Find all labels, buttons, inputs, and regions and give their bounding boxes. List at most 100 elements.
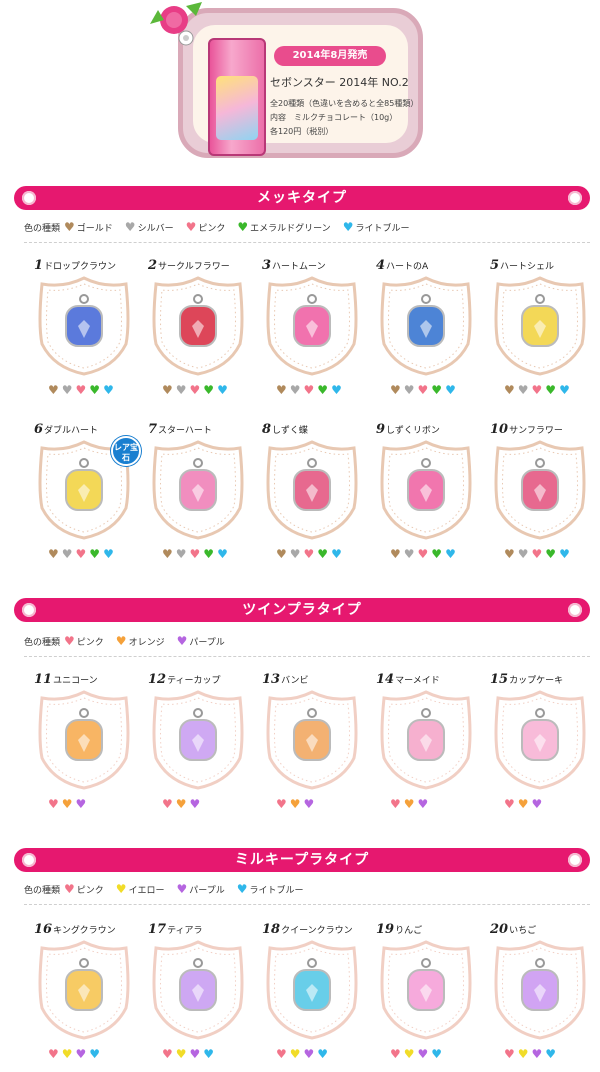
charm-item: 2サークルフラワー ♥ ♥ ♥ ♥ ♥ — [142, 258, 252, 408]
section-banner-mekki: メッキタイプ — [14, 186, 590, 210]
charm-name: 10サンフラワー — [490, 422, 563, 437]
color-variants: ♥ ♥ ♥ — [162, 798, 202, 810]
heart-icon: ♥ — [289, 383, 301, 397]
heart-icon: ♥ — [531, 383, 543, 397]
charm-image — [407, 458, 445, 511]
charm-item: 8しずく蝶 ♥ ♥ ♥ ♥ ♥ — [256, 422, 366, 572]
product-price: 各120円（税別） — [270, 127, 334, 136]
color-variants: ♥ ♥ ♥ — [48, 798, 88, 810]
heart-icon: ♥ — [403, 1047, 415, 1061]
heart-icon: ♥ — [289, 547, 301, 561]
heart-icon: ♥ — [504, 547, 515, 561]
heart-icon: ♥ — [89, 383, 101, 397]
color-variants: ♥ ♥ ♥ ♥ — [390, 1048, 444, 1060]
heart-icon: ♥ — [317, 547, 329, 561]
charm-image — [407, 958, 445, 1011]
release-badge: 2014年8月発売 — [274, 46, 386, 66]
charm-name: 17ティアラ — [148, 922, 203, 937]
heart-icon: ♥ — [217, 547, 228, 561]
charm-image — [65, 708, 103, 761]
heart-icon: ♥ — [189, 383, 201, 397]
heart-icon: ♥ — [431, 547, 443, 561]
charm-image — [179, 708, 217, 761]
color-variants: ♥ ♥ ♥ — [276, 798, 316, 810]
heart-icon: ♥ — [517, 547, 529, 561]
charm-name: 11ユニコーン — [34, 672, 98, 687]
heart-icon: ♥ — [317, 1047, 329, 1061]
heart-icon: ♥ — [103, 383, 114, 397]
color-variants: ♥ ♥ ♥ ♥ ♥ — [48, 548, 116, 560]
heart-icon: ♥ — [103, 547, 114, 561]
color-variants: ♥ ♥ ♥ — [504, 798, 544, 810]
heart-icon: ♥ — [417, 1047, 429, 1061]
charm-image — [293, 458, 331, 511]
charm-name: 2サークルフラワー — [148, 258, 230, 273]
charm-name: 13バンビ — [262, 672, 309, 687]
heart-icon: ♥ — [303, 547, 315, 561]
heart-icon: ♥ — [75, 383, 87, 397]
color-variants: ♥ ♥ ♥ — [390, 798, 430, 810]
heart-icon: ♥ — [289, 1047, 301, 1061]
heart-icon: ♥ — [237, 220, 249, 234]
charm-name: 15カップケーキ — [490, 672, 564, 687]
charm-item: 9しずくリボン ♥ ♥ ♥ ♥ ♥ — [370, 422, 480, 572]
heart-icon: ♥ — [64, 634, 75, 648]
charm-name: 3ハートムーン — [262, 258, 326, 273]
section-banner-twin: ツインプラタイプ — [14, 598, 590, 622]
charm-item: 11ユニコーン ♥ ♥ ♥ — [28, 672, 138, 822]
heart-icon: ♥ — [390, 1047, 401, 1061]
heart-icon: ♥ — [390, 383, 401, 397]
charm-image — [179, 458, 217, 511]
heart-icon: ♥ — [545, 1047, 557, 1061]
charm-image — [179, 958, 217, 1011]
charm-item: 19りんご ♥ ♥ ♥ ♥ — [370, 922, 480, 1072]
heart-icon: ♥ — [390, 797, 401, 811]
color-variants: ♥ ♥ ♥ ♥ ♥ — [390, 548, 458, 560]
heart-icon: ♥ — [403, 797, 415, 811]
heart-icon: ♥ — [559, 383, 570, 397]
charm-item: 3ハートムーン ♥ ♥ ♥ ♥ ♥ — [256, 258, 366, 408]
charm-image — [407, 294, 445, 347]
color-legend-twin: 色の種類 ♥ ピンク ♥ オレンジ ♥ パープル — [24, 634, 225, 648]
charm-name: 1ドロップクラウン — [34, 258, 117, 273]
heart-icon: ♥ — [417, 547, 429, 561]
charm-item: 1ドロップクラウン ♥ ♥ ♥ ♥ ♥ — [28, 258, 138, 408]
color-legend-mekki: 色の種類 ♥ ゴールド ♥ シルバー ♥ ピンク ♥ エメラルドグリーン ♥ ライトブルー — [24, 220, 410, 234]
charm-image — [65, 458, 103, 511]
charm-name: 4ハートのA — [376, 258, 429, 273]
color-variants: ♥ ♥ ♥ ♥ — [162, 1048, 216, 1060]
heart-icon: ♥ — [203, 383, 215, 397]
charm-item: 16キングクラウン ♥ ♥ ♥ ♥ — [28, 922, 138, 1072]
heart-icon: ♥ — [115, 882, 127, 896]
heart-icon: ♥ — [61, 383, 73, 397]
product-header: 2014年8月発売 セボンスター 2014年 NO.2 全20種類（色違いを含め… — [150, 0, 450, 170]
charm-name: 20いちご — [490, 922, 537, 937]
divider — [24, 656, 590, 657]
heart-icon: ♥ — [517, 383, 529, 397]
heart-icon: ♥ — [203, 1047, 215, 1061]
heart-icon: ♥ — [559, 547, 570, 561]
charm-item: 15カップケーキ ♥ ♥ ♥ — [484, 672, 594, 822]
heart-icon: ♥ — [531, 797, 543, 811]
charm-item: 6ダブルハート ♥ ♥ ♥ ♥ ♥ レア宝石 — [28, 422, 141, 572]
heart-icon: ♥ — [417, 383, 429, 397]
heart-icon: ♥ — [531, 1047, 543, 1061]
heart-icon: ♥ — [390, 547, 401, 561]
heart-icon: ♥ — [64, 220, 75, 234]
heart-icon: ♥ — [331, 383, 342, 397]
heart-icon: ♥ — [276, 547, 287, 561]
charm-item: 4ハートのA ♥ ♥ ♥ ♥ ♥ — [370, 258, 480, 408]
heart-icon: ♥ — [162, 547, 173, 561]
heart-icon: ♥ — [403, 383, 415, 397]
heart-icon: ♥ — [303, 797, 315, 811]
charm-name: 8しずく蝶 — [262, 422, 308, 437]
charm-name: 9しずくリボン — [376, 422, 440, 437]
section-banner-milky: ミルキープラタイプ — [14, 848, 590, 872]
heart-icon: ♥ — [504, 1047, 515, 1061]
color-variants: ♥ ♥ ♥ ♥ ♥ — [162, 384, 230, 396]
diamond-icon — [568, 853, 582, 867]
heart-icon: ♥ — [89, 1047, 101, 1061]
charm-name: 5ハートシェル — [490, 258, 555, 273]
color-variants: ♥ ♥ ♥ ♥ ♥ — [390, 384, 458, 396]
charm-name: 18クイーンクラウン — [262, 922, 353, 937]
